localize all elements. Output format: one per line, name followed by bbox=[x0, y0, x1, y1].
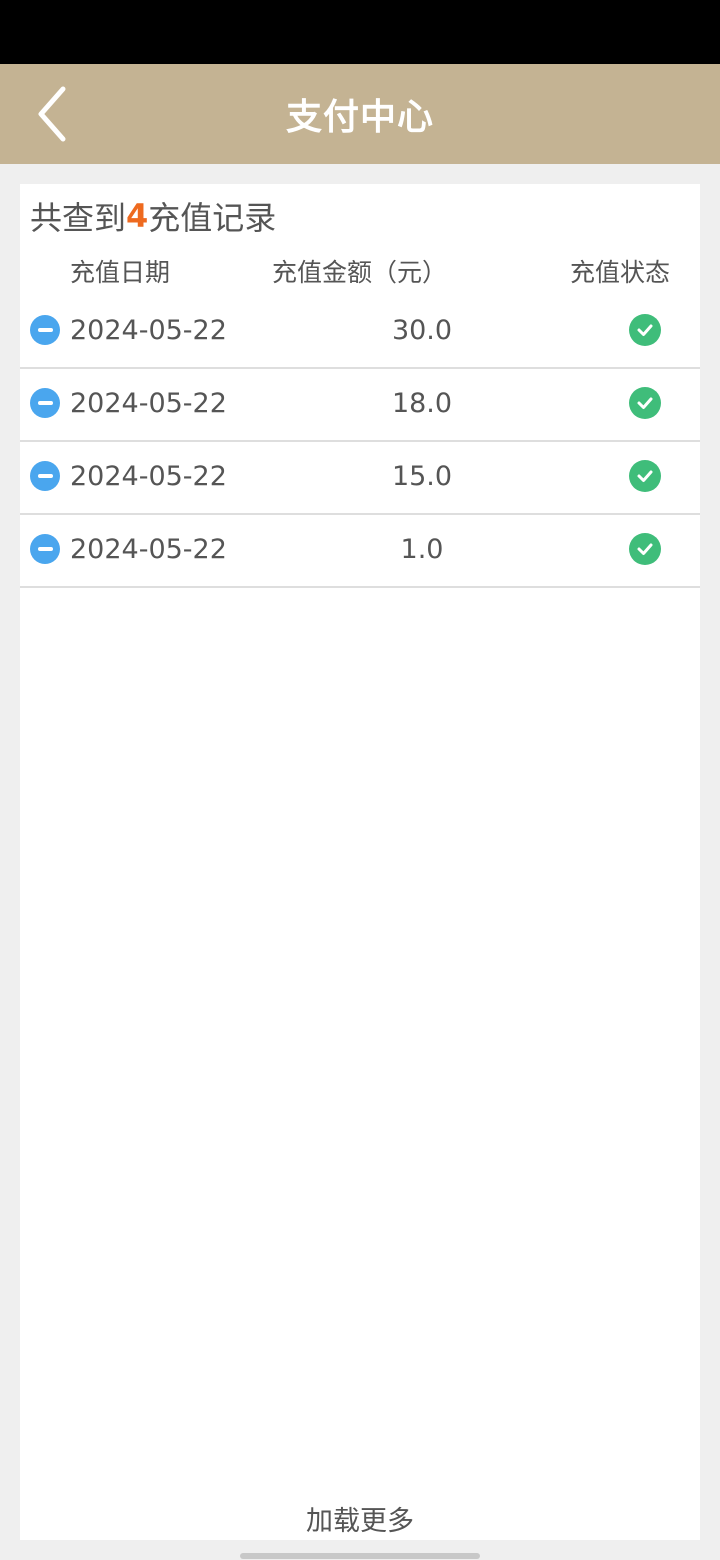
chevron-left-icon bbox=[38, 86, 66, 142]
column-header-status: 充值状态 bbox=[569, 258, 670, 287]
page-title: 支付中心 bbox=[285, 97, 434, 138]
summary-suffix: 充值记录 bbox=[148, 199, 277, 237]
status-bar bbox=[0, 0, 720, 64]
table-row[interactable]: 2024-05-22 30.0 bbox=[20, 296, 700, 369]
record-date: 2024-05-22 bbox=[70, 388, 227, 419]
load-more-button[interactable]: 加载更多 bbox=[20, 1500, 700, 1544]
records-count: 4 bbox=[126, 197, 149, 235]
record-amount: 30.0 bbox=[391, 315, 453, 346]
check-circle-icon bbox=[629, 533, 661, 565]
table-row[interactable]: 2024-05-22 15.0 bbox=[20, 442, 700, 515]
summary-prefix: 共查到 bbox=[30, 199, 127, 237]
record-amount: 18.0 bbox=[391, 388, 453, 419]
record-date: 2024-05-22 bbox=[70, 534, 227, 565]
table-row[interactable]: 2024-05-22 1.0 bbox=[20, 515, 700, 588]
records-summary: 共查到 4 充值记录 bbox=[30, 190, 276, 242]
table-header: 充值日期 充值金额（元） 充值状态 bbox=[20, 248, 700, 298]
minus-circle-icon[interactable] bbox=[30, 315, 60, 345]
record-amount: 1.0 bbox=[400, 534, 444, 565]
minus-circle-icon[interactable] bbox=[30, 461, 60, 491]
app-header: 支付中心 bbox=[0, 64, 720, 164]
check-circle-icon bbox=[629, 314, 661, 346]
check-circle-icon bbox=[629, 387, 661, 419]
column-header-date: 充值日期 bbox=[70, 258, 171, 287]
record-date: 2024-05-22 bbox=[70, 461, 227, 492]
records-card: 共查到 4 充值记录 充值日期 充值金额（元） 充值状态 2024-05-22 30… bbox=[20, 184, 700, 1540]
minus-circle-icon[interactable] bbox=[30, 388, 60, 418]
check-circle-icon bbox=[629, 460, 661, 492]
table-row[interactable]: 2024-05-22 18.0 bbox=[20, 369, 700, 442]
record-date: 2024-05-22 bbox=[70, 315, 227, 346]
minus-circle-icon[interactable] bbox=[30, 534, 60, 564]
records-list: 2024-05-22 30.0 2024-05-22 18.0 2024-05-… bbox=[20, 296, 700, 588]
column-header-amount: 充值金额（元） bbox=[272, 258, 448, 287]
home-indicator[interactable] bbox=[240, 1553, 480, 1559]
back-button[interactable] bbox=[22, 82, 82, 146]
record-amount: 15.0 bbox=[391, 461, 453, 492]
